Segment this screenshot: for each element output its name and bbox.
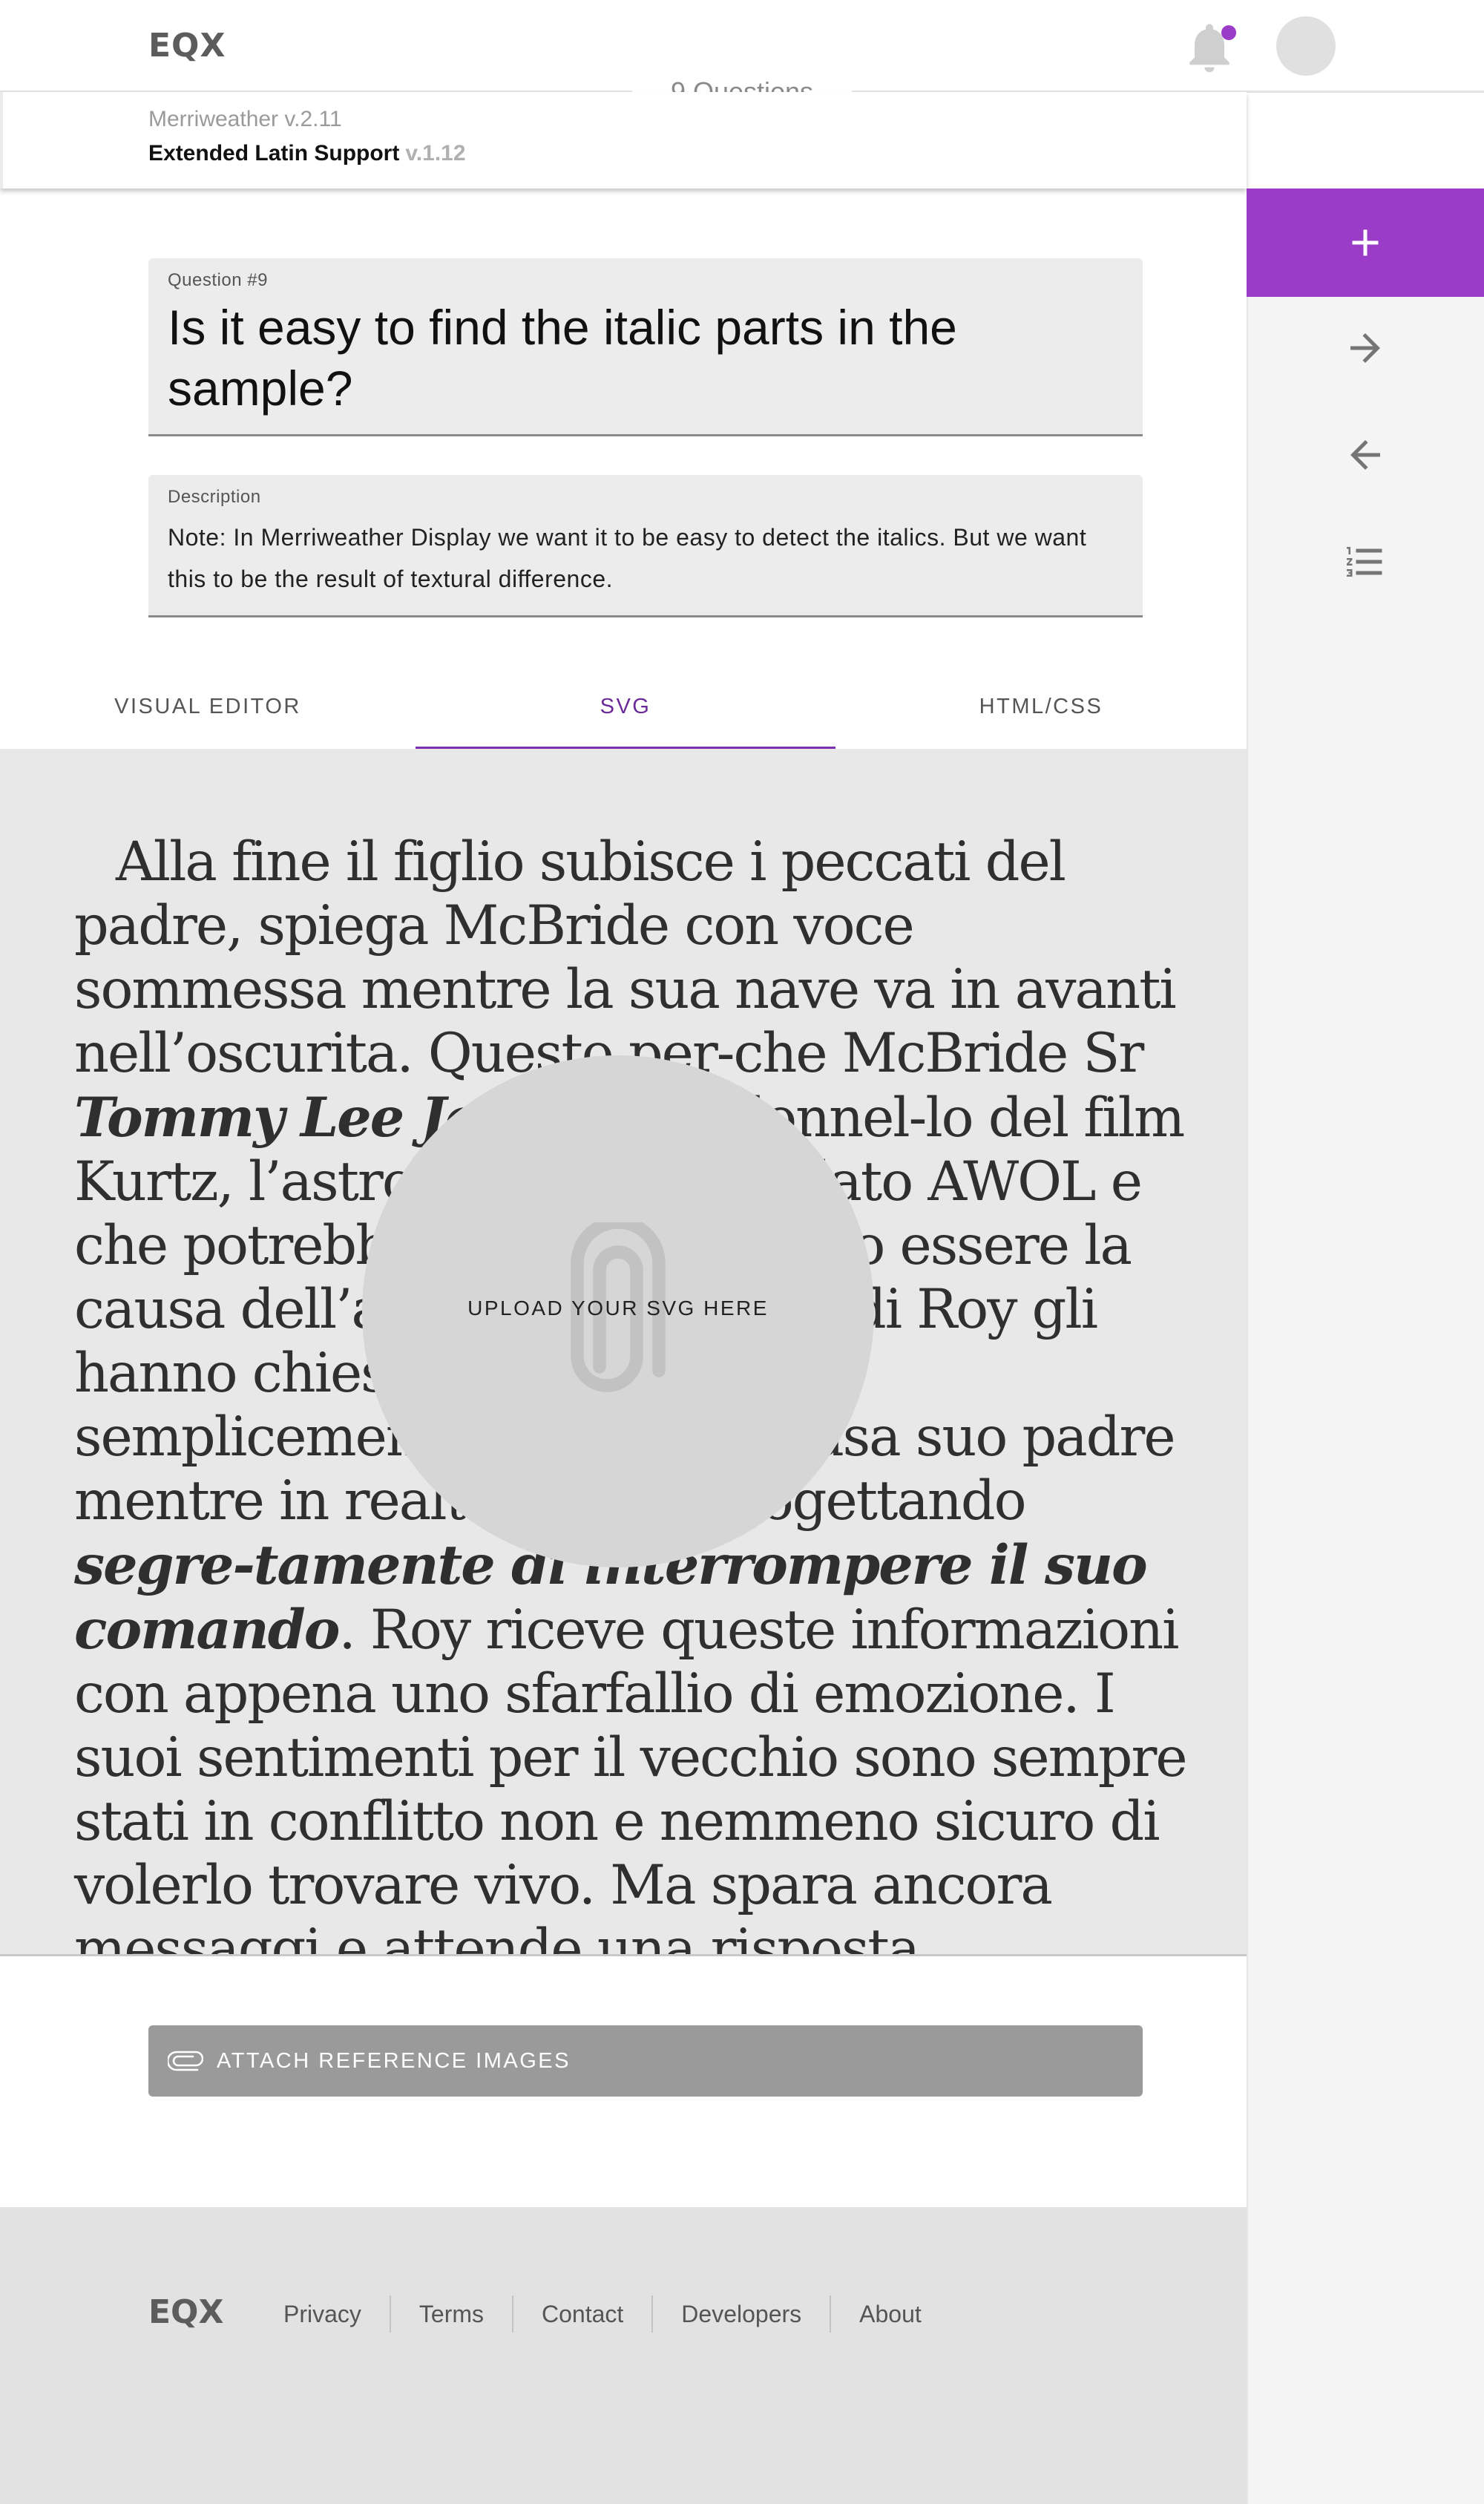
arrow-left-icon: [1350, 440, 1380, 470]
questions-list-button[interactable]: [1247, 514, 1484, 610]
description-input[interactable]: Note: In Merriweather Display we want it…: [168, 517, 1117, 600]
question-title-field[interactable]: Question #9 Is it easy to find the itali…: [148, 258, 1143, 436]
brand-logo[interactable]: EQX: [148, 27, 226, 65]
footer-brand[interactable]: EQX: [148, 2293, 223, 2331]
footer-link-about[interactable]: About: [831, 2295, 950, 2333]
tab-svg[interactable]: SVG: [416, 695, 835, 747]
extension-name: Extended Latin Support: [148, 141, 400, 165]
upload-svg-label: UPLOAD YOUR SVG HERE: [467, 1297, 769, 1320]
font-info-bar: Merriweather v.2.11 Extended Latin Suppo…: [0, 92, 1247, 189]
description-field[interactable]: Description Note: In Merriweather Displa…: [148, 475, 1143, 617]
font-version: Merriweather v.2.11: [148, 107, 342, 131]
footer-link-contact[interactable]: Contact: [513, 2295, 654, 2333]
numbered-list-icon: [1347, 547, 1382, 577]
extension-version: v.1.12: [405, 141, 466, 165]
sample-editor[interactable]: Alla fine il figlio subisce i peccati de…: [0, 749, 1247, 1956]
svg-upload-dropzone[interactable]: UPLOAD YOUR SVG HERE: [362, 1055, 874, 1567]
plus-icon: [1352, 229, 1379, 256]
arrow-right-icon: [1350, 333, 1380, 363]
attach-label: ATTACH REFERENCE IMAGES: [217, 2048, 571, 2073]
add-question-button[interactable]: [1247, 189, 1484, 297]
extension-info: Extended Latin Support v.1.12: [148, 141, 466, 166]
description-label: Description: [168, 487, 261, 507]
footer-link-developers[interactable]: Developers: [653, 2295, 832, 2333]
sample-text-part: Alla fine il figlio subisce i peccati de…: [74, 830, 1177, 1085]
attach-reference-images-button[interactable]: ATTACH REFERENCE IMAGES: [148, 2025, 1143, 2097]
tab-visual-editor[interactable]: VISUAL EDITOR: [0, 695, 416, 747]
paperclip-icon: [168, 2051, 203, 2071]
user-avatar[interactable]: [1276, 16, 1336, 76]
footer-link-privacy[interactable]: Privacy: [283, 2295, 391, 2333]
tab-html-css[interactable]: HTML/CSS: [835, 695, 1247, 747]
footer-links: Privacy Terms Contact Developers About: [283, 2293, 950, 2335]
question-title-input[interactable]: Is it easy to find the italic parts in t…: [168, 297, 984, 419]
footer: EQX Privacy Terms Contact Developers Abo…: [0, 2207, 1247, 2504]
next-question-button[interactable]: [1247, 300, 1484, 396]
question-label: Question #9: [168, 270, 268, 290]
notification-dot: [1221, 25, 1236, 40]
previous-question-button[interactable]: [1247, 407, 1484, 503]
footer-link-terms[interactable]: Terms: [391, 2295, 514, 2333]
